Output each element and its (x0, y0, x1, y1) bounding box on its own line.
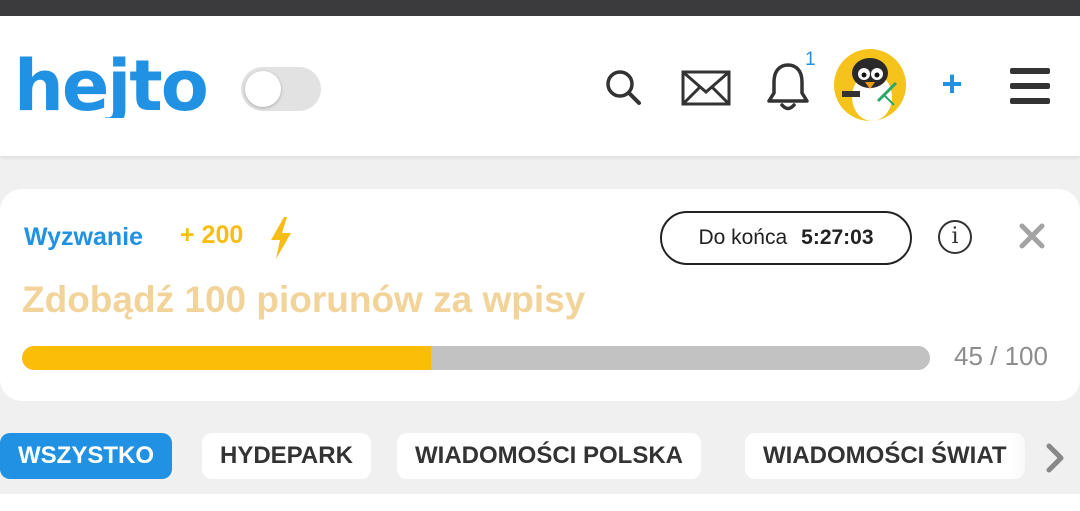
hejto-logo[interactable]: hejto (14, 54, 216, 118)
countdown-timer: Do końca 5:27:03 (660, 211, 912, 265)
category-tabs: WSZYSTKO HYDEPARK WIADOMOŚCI POLSKA WIAD… (0, 428, 1080, 488)
tab-wszystko[interactable]: WSZYSTKO (0, 433, 172, 479)
notification-count-badge: 1 (805, 49, 816, 70)
search-icon[interactable] (600, 64, 648, 112)
info-icon[interactable]: i (938, 220, 972, 254)
feed-area (0, 494, 1080, 511)
close-icon[interactable] (1015, 219, 1049, 253)
chevron-right-icon[interactable] (1040, 440, 1070, 476)
lightning-bolt-icon (271, 217, 291, 259)
menu-line (1010, 68, 1050, 74)
challenge-points: + 200 (180, 221, 244, 249)
theme-toggle[interactable] (241, 67, 321, 111)
tab-wiadomosci-polska[interactable]: WIADOMOŚCI POLSKA (397, 433, 701, 479)
challenge-progress-bar (22, 346, 930, 370)
tab-wiadomosci-swiat[interactable]: WIADOMOŚCI ŚWIAT (745, 433, 1025, 479)
progress-text: 45 / 100 (954, 341, 1048, 371)
menu-line (1010, 98, 1050, 104)
progress-fill (22, 346, 431, 370)
top-navbar: hejto 1 + (0, 16, 1080, 156)
tab-hydepark[interactable]: HYDEPARK (202, 433, 371, 479)
challenge-label: Wyzwanie (24, 223, 144, 251)
challenge-card: Wyzwanie + 200 Do końca 5:27:03 i Zdobąd… (0, 189, 1080, 401)
toggle-knob (245, 71, 281, 107)
timer-value: 5:27:03 (801, 226, 874, 249)
penguin-avatar-icon (842, 58, 898, 121)
user-avatar[interactable] (834, 49, 906, 121)
challenge-title: Zdobądź 100 piorunów za wpisy (22, 279, 586, 320)
add-post-button[interactable]: + (936, 64, 968, 104)
status-bar (0, 0, 1080, 16)
timer-label: Do końca (698, 226, 788, 249)
hamburger-menu-icon[interactable] (1008, 66, 1054, 106)
logo-text: hejto (14, 54, 207, 118)
mail-icon[interactable] (680, 66, 732, 110)
menu-line (1010, 83, 1050, 89)
